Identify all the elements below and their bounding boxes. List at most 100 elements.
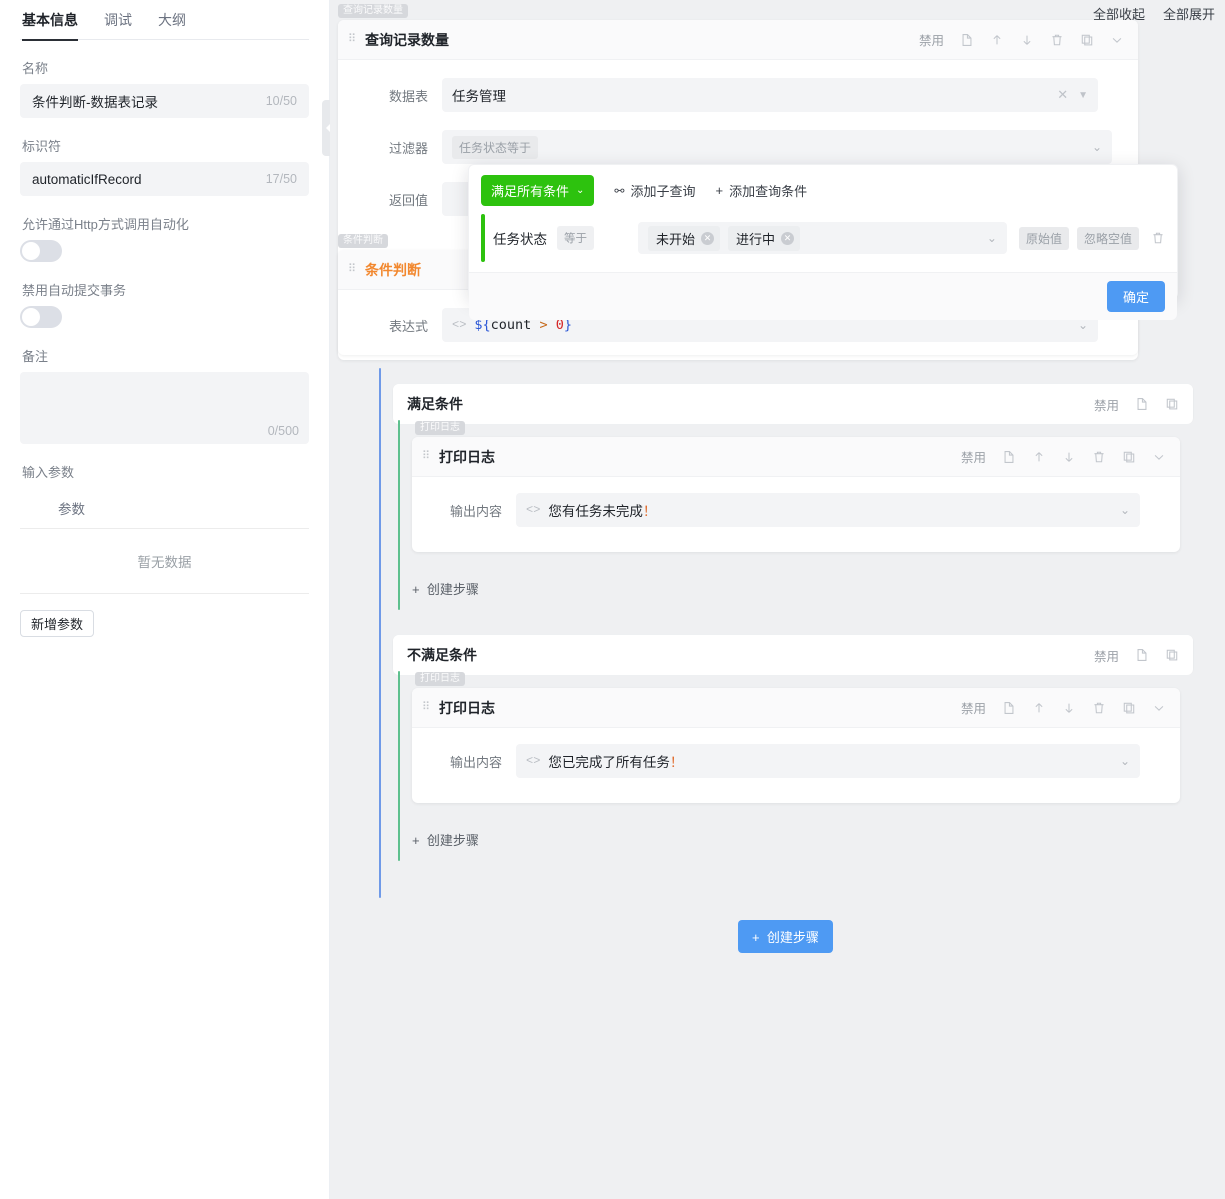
print-log-title-true: 打印日志	[439, 447, 495, 467]
remove-chip-icon[interactable]: ✕	[701, 232, 714, 245]
code-icon: <>	[526, 754, 540, 768]
value-chevron-down-icon[interactable]: ⌄	[987, 231, 997, 245]
output-chevron-down-icon[interactable]: ⌄	[1120, 754, 1130, 768]
print-log-card-true: ⠿ 打印日志 禁用 输出内容 <> 您有任务未完成！ ⌄	[412, 437, 1180, 552]
condition-value-select[interactable]: 未开始 ✕ 进行中 ✕ ⌄	[638, 222, 1007, 254]
copy-icon[interactable]	[1122, 450, 1136, 464]
add-step-link-false[interactable]: + 创建步骤	[412, 830, 479, 849]
branch-false-title: 不满足条件	[407, 645, 477, 665]
chevron-down-icon[interactable]	[1110, 33, 1124, 47]
branch-true-header-card: 满足条件 禁用	[393, 384, 1193, 422]
output-label-true: 输出内容	[412, 501, 516, 520]
condition-group-bar	[481, 214, 485, 262]
add-step-link-true[interactable]: + 创建步骤	[412, 579, 479, 598]
raw-value-button[interactable]: 原始值	[1019, 227, 1069, 250]
output-value-true: 您有任务未完成	[548, 500, 643, 520]
branch-true-actions: 禁用	[1094, 395, 1179, 414]
copy-icon[interactable]	[1165, 648, 1179, 662]
chevron-down-icon[interactable]	[1152, 701, 1166, 715]
delete-icon[interactable]	[1092, 450, 1106, 464]
output-field-true[interactable]: <> 您有任务未完成！ ⌄	[516, 493, 1140, 527]
if-node-tag: 条件判断	[338, 234, 388, 248]
add-step-label-false: 创建步骤	[427, 833, 479, 848]
output-exclamation-true: ！	[643, 500, 657, 520]
disable-button[interactable]: 禁用	[1094, 646, 1119, 665]
if-branch-rail	[379, 368, 381, 898]
name-input-value: 条件判断-数据表记录	[32, 91, 158, 111]
add-subquery-button[interactable]: ⚯ 添加子查询	[614, 181, 695, 200]
move-down-icon[interactable]	[1020, 33, 1034, 47]
output-chevron-down-icon[interactable]: ⌄	[1120, 503, 1130, 517]
move-down-icon[interactable]	[1062, 701, 1076, 715]
match-mode-label: 满足所有条件	[491, 181, 569, 200]
query-card-actions: 禁用	[919, 30, 1124, 49]
tab-outline[interactable]: 大纲	[158, 0, 186, 40]
expand-all-button[interactable]: 全部展开	[1163, 4, 1215, 23]
note-icon[interactable]	[1002, 450, 1016, 464]
query-card-title: 查询记录数量	[365, 30, 449, 50]
expression-chevron-down-icon[interactable]: ⌄	[1078, 318, 1088, 332]
note-icon[interactable]	[1135, 648, 1149, 662]
print-log-actions-true: 禁用	[961, 447, 1166, 466]
copy-icon[interactable]	[1122, 701, 1136, 715]
delete-condition-icon[interactable]	[1151, 231, 1165, 245]
move-up-icon[interactable]	[1032, 701, 1046, 715]
remove-chip-icon[interactable]: ✕	[781, 232, 794, 245]
bottom-add-step-button[interactable]: + 创建步骤	[738, 920, 833, 953]
output-label-false: 输出内容	[412, 752, 516, 771]
match-mode-dropdown[interactable]: 满足所有条件 ⌄	[481, 175, 594, 206]
workflow-canvas: 全部收起 全部展开 查询记录数量 ⠿ 查询记录数量 禁用 数据表 任务管理	[330, 0, 1225, 1199]
disable-button[interactable]: 禁用	[919, 30, 944, 49]
filter-chevron-down-icon[interactable]: ⌄	[1092, 140, 1102, 154]
note-icon[interactable]	[960, 33, 974, 47]
move-up-icon[interactable]	[990, 33, 1004, 47]
add-param-button[interactable]: 新增参数	[20, 610, 94, 637]
drag-handle-icon[interactable]: ⠿	[348, 37, 358, 42]
note-icon[interactable]	[1002, 701, 1016, 715]
caret-down-icon[interactable]: ▼	[1078, 90, 1088, 101]
move-up-icon[interactable]	[1032, 450, 1046, 464]
drag-handle-icon[interactable]: ⠿	[422, 705, 432, 710]
ignore-empty-button[interactable]: 忽略空值	[1077, 227, 1139, 250]
value-chip-label: 未开始	[656, 229, 695, 248]
datatable-controls: ✕ ▼	[1057, 87, 1088, 103]
drag-handle-icon[interactable]: ⠿	[422, 454, 432, 459]
add-condition-button[interactable]: + 添加查询条件	[715, 181, 807, 200]
log-step-tag-false: 打印日志	[415, 672, 465, 686]
drag-handle-icon[interactable]: ⠿	[348, 267, 358, 272]
datatable-select[interactable]: 任务管理 ✕ ▼	[442, 78, 1098, 112]
disable-button[interactable]: 禁用	[961, 698, 986, 717]
param-column-header: 参数	[20, 488, 309, 529]
copy-icon[interactable]	[1165, 397, 1179, 411]
input-params-label: 输入参数	[22, 462, 309, 481]
http-toggle[interactable]	[20, 240, 62, 262]
note-icon[interactable]	[1135, 397, 1149, 411]
condition-field-label: 任务状态	[493, 228, 547, 248]
settings-tabs: 基本信息 调试 大纲	[20, 0, 309, 40]
move-down-icon[interactable]	[1062, 450, 1076, 464]
disable-button[interactable]: 禁用	[961, 447, 986, 466]
row-filter: 过滤器 任务状态等于 ⌄	[338, 130, 1124, 164]
output-field-false[interactable]: <> 您已完成了所有任务！ ⌄	[516, 744, 1140, 778]
copy-icon[interactable]	[1080, 33, 1094, 47]
tab-debug[interactable]: 调试	[104, 0, 132, 40]
row-output-true: 输出内容 <> 您有任务未完成！ ⌄	[412, 493, 1166, 527]
tab-basic-info[interactable]: 基本信息	[22, 0, 78, 40]
delete-icon[interactable]	[1050, 33, 1064, 47]
filter-select[interactable]: 任务状态等于 ⌄	[442, 130, 1112, 164]
condition-list: 任务状态 等于 未开始 ✕ 进行中 ✕ ⌄ 原始值 忽略空值	[469, 214, 1177, 272]
disable-button[interactable]: 禁用	[1094, 395, 1119, 414]
clear-icon[interactable]: ✕	[1057, 87, 1068, 103]
chevron-down-icon[interactable]	[1152, 450, 1166, 464]
print-log-header-false: ⠿ 打印日志 禁用	[412, 688, 1180, 728]
identifier-input[interactable]: automaticIfRecord 17/50	[20, 162, 309, 196]
identifier-input-value: automaticIfRecord	[32, 172, 142, 187]
name-input[interactable]: 条件判断-数据表记录 10/50	[20, 84, 309, 118]
confirm-button[interactable]: 确定	[1107, 281, 1165, 312]
row-datatable: 数据表 任务管理 ✕ ▼	[338, 78, 1124, 112]
txn-toggle[interactable]	[20, 306, 62, 328]
identifier-label: 标识符	[22, 136, 309, 155]
condition-operator[interactable]: 等于	[557, 226, 594, 250]
delete-icon[interactable]	[1092, 701, 1106, 715]
remark-textarea[interactable]: 0/500	[20, 372, 309, 444]
